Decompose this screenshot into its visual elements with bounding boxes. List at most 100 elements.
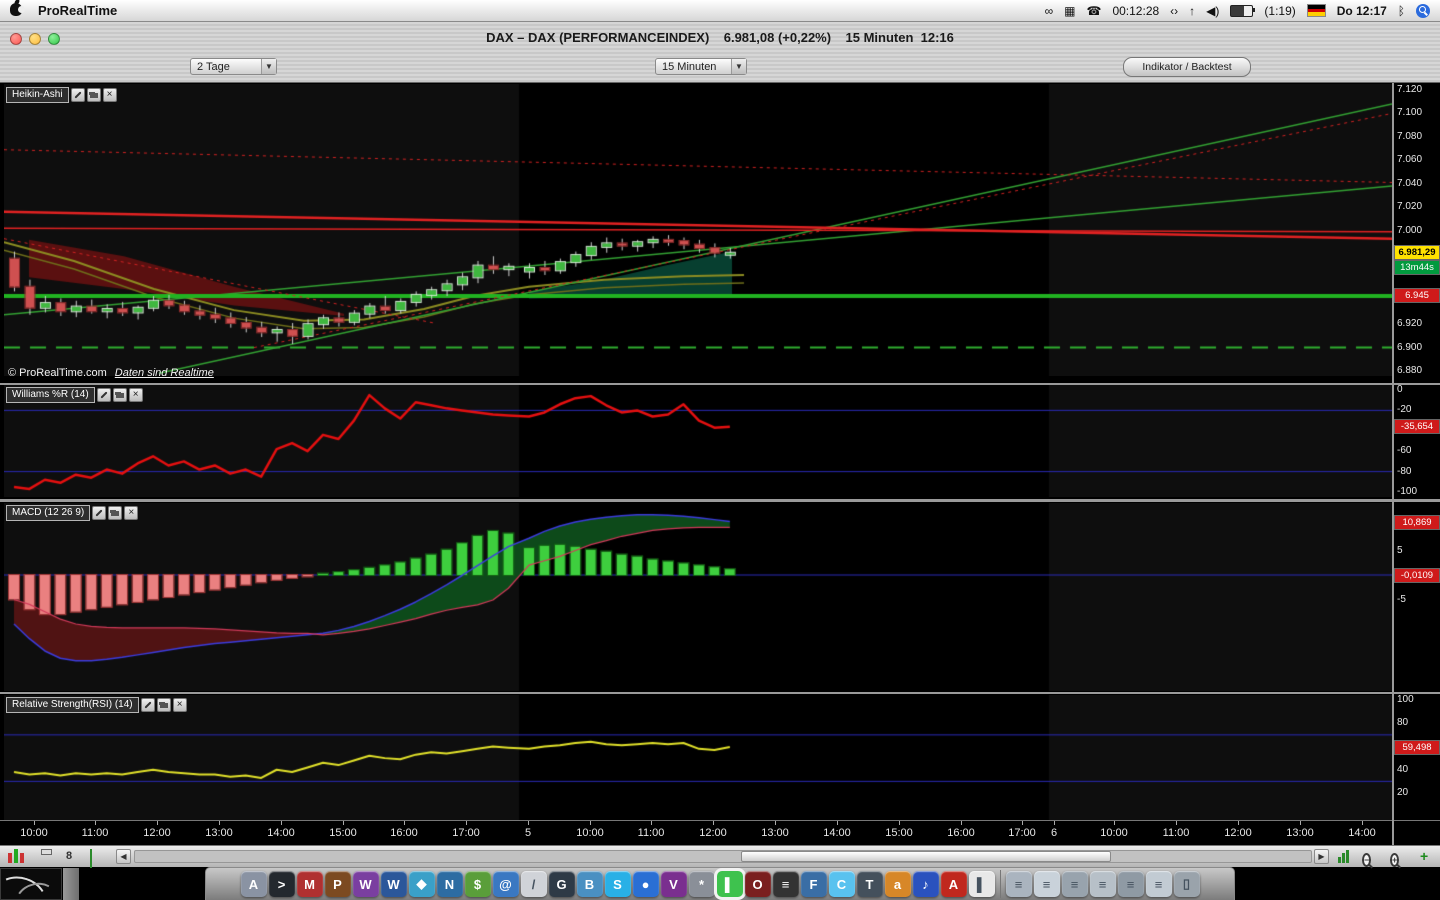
dock-icon-blue-diamond[interactable]: ◆ xyxy=(408,871,435,897)
dock-icon-slate-app[interactable]: T xyxy=(856,871,883,897)
keypad-icon[interactable]: ▦ xyxy=(1064,5,1075,17)
dock-icon-amazon[interactable]: a xyxy=(884,871,911,897)
dock-icon-finance-green[interactable]: $ xyxy=(464,871,491,897)
macd-panel-title: MACD (12 26 9) xyxy=(6,505,91,521)
folder-icon[interactable] xyxy=(86,88,101,102)
dock-icon-acrobat[interactable]: A xyxy=(940,871,967,897)
chart-style-icon[interactable] xyxy=(8,849,24,863)
dock-icon-terminal[interactable]: > xyxy=(268,871,295,897)
range-dropdown[interactable]: 2 Tage ▼ xyxy=(190,58,277,75)
wrench-icon[interactable] xyxy=(96,388,111,402)
timeframe-dropdown[interactable]: 15 Minuten ▼ xyxy=(655,58,747,75)
dock-icon-doc-1[interactable]: ≡ xyxy=(1005,871,1032,897)
chart-scrollbar-track[interactable] xyxy=(134,850,1312,863)
dock-icon-purple-app[interactable]: W xyxy=(352,871,379,897)
scroll-left-button[interactable]: ◀ xyxy=(116,849,131,864)
battery-icon[interactable] xyxy=(1230,4,1256,17)
folder-icon[interactable] xyxy=(156,698,171,712)
rsi-panel-header: Relative Strength(RSI) (14) × xyxy=(6,697,187,713)
time-axis-label: 6 xyxy=(1050,827,1058,839)
close-panel-icon[interactable]: × xyxy=(124,506,139,520)
time-axis-label: 11:00 xyxy=(1162,827,1190,839)
macd-chart-canvas[interactable] xyxy=(4,503,1392,691)
dock-icon-doc-2[interactable]: ≡ xyxy=(1033,871,1060,897)
price-panel-title: Heikin-Ashi xyxy=(6,87,69,103)
volume-icon[interactable]: ◀) xyxy=(1206,5,1219,17)
apple-icon xyxy=(10,2,25,16)
dock-icon-navy-app[interactable]: N xyxy=(436,871,463,897)
battery-time[interactable]: (1:19) xyxy=(1264,4,1295,18)
screen: ProRealTime ∞ ▦ ☎ 00:12:28 ‹› ↑ ◀) (1:19… xyxy=(0,0,1440,900)
time-axis-label: 13:00 xyxy=(205,827,233,839)
grid-icon[interactable] xyxy=(90,849,92,868)
close-panel-icon[interactable]: × xyxy=(128,388,143,402)
desktop-corner-strip xyxy=(63,868,79,900)
dock-icon-trash[interactable]: ▯ xyxy=(1173,871,1200,897)
german-flag-icon[interactable] xyxy=(1306,4,1326,17)
window-title: DAX – DAX (PERFORMANCEINDEX) 6.981,08 (+… xyxy=(486,30,954,45)
dock-icon-textedit[interactable]: A xyxy=(240,871,267,897)
spotlight-icon[interactable] xyxy=(1416,3,1430,18)
dock-icon-dark-app[interactable]: G xyxy=(548,871,575,897)
zoom-in-icon[interactable]: + xyxy=(1390,850,1400,868)
close-panel-icon[interactable]: × xyxy=(172,698,187,712)
dock-icon-doc-6[interactable]: ≡ xyxy=(1145,871,1172,897)
time-axis-label: 15:00 xyxy=(329,827,357,839)
chart-scrollbar-thumb[interactable] xyxy=(741,851,1111,862)
dock-icon-doc-3[interactable]: ≡ xyxy=(1061,871,1088,897)
bluetooth-icon[interactable]: ᛒ xyxy=(1398,5,1405,17)
close-panel-icon[interactable]: × xyxy=(102,88,117,102)
dock-icon-word[interactable]: W xyxy=(380,871,407,897)
dock-icon-safari[interactable]: ● xyxy=(632,871,659,897)
phone-icon[interactable]: ☎ xyxy=(1087,5,1102,17)
time-axis-label: 16:00 xyxy=(390,827,418,839)
time-axis-label: 10:00 xyxy=(1100,827,1128,839)
call-timer[interactable]: 00:12:28 xyxy=(1112,4,1159,18)
bottom-toolbar: 8 ◀ ▶ − + + xyxy=(0,845,1440,868)
add-zoom-icon[interactable]: + xyxy=(1420,849,1428,863)
dock-icon-doc-5[interactable]: ≡ xyxy=(1117,871,1144,897)
indicator-backtest-button[interactable]: Indikator / Backtest xyxy=(1123,57,1251,77)
dock-icon-utility-brown[interactable]: P xyxy=(324,871,351,897)
folder-icon[interactable] xyxy=(108,506,123,520)
wrench-icon[interactable] xyxy=(140,698,155,712)
dock-icon-red-o-app[interactable]: O xyxy=(744,871,771,897)
binoculars-icon[interactable]: ∞ xyxy=(1045,5,1054,17)
dock-icon-pencil-app[interactable]: / xyxy=(520,871,547,897)
dock-icon-blue-app[interactable]: B xyxy=(576,871,603,897)
time-axis-label: 17:00 xyxy=(452,827,480,839)
app-menu-title[interactable]: ProRealTime xyxy=(38,3,117,18)
menu-clock[interactable]: Do 12:17 xyxy=(1337,4,1387,18)
dock-icon-itunes[interactable]: ♪ xyxy=(912,871,939,897)
dock-icon-media-red[interactable]: M xyxy=(296,871,323,897)
time-tick xyxy=(466,821,467,825)
williams-chart-canvas[interactable] xyxy=(4,385,1392,497)
dock-icon-blue-f[interactable]: F xyxy=(800,871,827,897)
folder-icon[interactable] xyxy=(112,388,127,402)
rsi-chart-canvas[interactable] xyxy=(4,695,1392,820)
dock-icon-ichat[interactable]: C xyxy=(828,871,855,897)
time-tick xyxy=(1362,821,1363,825)
dock-icon-gray-eq[interactable]: ≡ xyxy=(772,871,799,897)
dock-icon-settings[interactable]: * xyxy=(688,871,715,897)
dock-icon-skype[interactable]: S xyxy=(604,871,631,897)
panel-separator xyxy=(0,383,1440,385)
switch-arrows-icon[interactable]: ‹› xyxy=(1170,5,1178,17)
scroll-right-button[interactable]: ▶ xyxy=(1314,849,1329,864)
chart-zoom-bars-icon[interactable] xyxy=(1338,850,1349,863)
range-dropdown-value: 2 Tage xyxy=(197,60,230,73)
wrench-icon[interactable] xyxy=(70,88,85,102)
apple-menu[interactable] xyxy=(10,2,25,19)
time-tick xyxy=(1114,821,1115,825)
zoom-out-icon[interactable]: − xyxy=(1362,850,1372,868)
dock-icon-doc-4[interactable]: ≡ xyxy=(1089,871,1116,897)
wrench-icon[interactable] xyxy=(92,506,107,520)
upload-icon[interactable]: ↑ xyxy=(1189,5,1195,17)
dock-icon-mail[interactable]: @ xyxy=(492,871,519,897)
dock-icon-chart-doc[interactable]: ▌ xyxy=(968,871,995,897)
window-chrome: DAX – DAX (PERFORMANCEINDEX) 6.981,08 (+… xyxy=(0,22,1440,83)
dock-icon-violet-app[interactable]: V xyxy=(660,871,687,897)
dock-icon-prorealtime[interactable]: ▌ xyxy=(716,871,743,897)
link-icon[interactable]: 8 xyxy=(66,850,72,862)
price-chart-canvas[interactable] xyxy=(4,84,1392,376)
